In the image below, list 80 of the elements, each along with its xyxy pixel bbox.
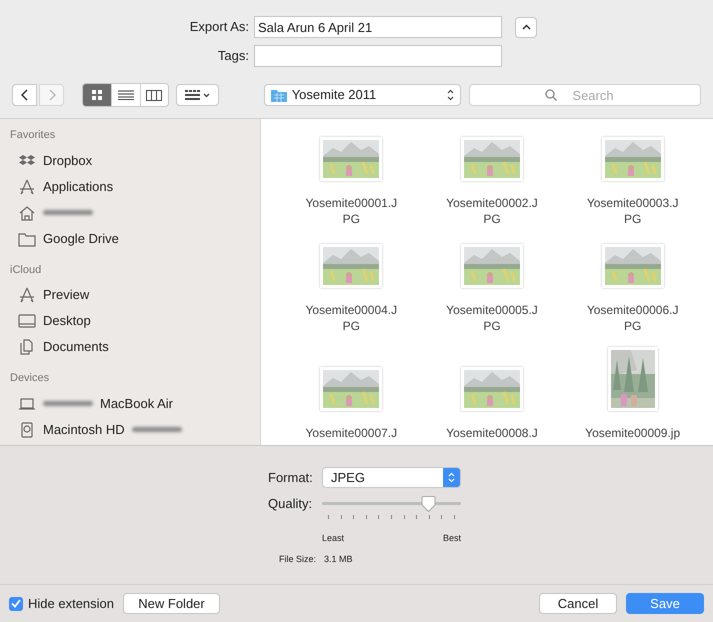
sidebar-item[interactable]: Dropbox bbox=[0, 148, 260, 174]
laptop-icon bbox=[18, 396, 36, 412]
format-popup[interactable]: JPEG bbox=[322, 467, 461, 488]
columns-icon bbox=[146, 90, 162, 100]
sidebar-item[interactable]: Preview bbox=[0, 282, 260, 308]
sidebar-item-label: MacBook Air bbox=[100, 394, 173, 413]
collapse-button[interactable] bbox=[515, 16, 537, 38]
file-item[interactable]: Yosemite00009.jp bbox=[562, 347, 703, 441]
new-folder-button[interactable]: New Folder bbox=[123, 593, 220, 614]
quality-label: Quality: bbox=[268, 495, 314, 513]
sidebar-item[interactable]: Applications bbox=[0, 174, 260, 200]
forward-icon bbox=[48, 89, 56, 101]
file-size-label: File Size: bbox=[278, 552, 316, 566]
file-size-value: 3.1 MB bbox=[324, 552, 353, 566]
file-name: Yosemite00006.JPG bbox=[586, 302, 680, 334]
folder-icon bbox=[18, 230, 36, 246]
file-name: Yosemite00002.JPG bbox=[445, 195, 539, 227]
check-icon bbox=[11, 599, 21, 608]
sidebar-item-label: Google Drive bbox=[43, 230, 119, 248]
search-icon bbox=[545, 89, 558, 101]
apps-icon bbox=[18, 287, 36, 303]
cancel-button[interactable]: Cancel bbox=[539, 593, 617, 614]
sidebar-item-label: Desktop bbox=[43, 312, 91, 330]
sidebar-item[interactable]: MacBook Air bbox=[0, 390, 260, 416]
file-item[interactable]: Yosemite00007.J bbox=[281, 363, 422, 441]
file-item[interactable]: Yosemite00003.JPG bbox=[562, 133, 703, 227]
sidebar-heading: Devices bbox=[9, 371, 50, 386]
back-button[interactable] bbox=[12, 84, 37, 106]
tags-label: Tags: bbox=[216, 47, 249, 66]
back-icon bbox=[20, 89, 28, 101]
apps-icon bbox=[18, 178, 36, 194]
file-item[interactable]: Yosemite00005.JPG bbox=[422, 240, 562, 334]
sidebar-item-label: Dropbox bbox=[43, 152, 92, 170]
view-mode-tab[interactable] bbox=[111, 84, 140, 106]
hide-extension-checkbox[interactable]: Hide extension bbox=[9, 594, 114, 614]
sidebar-item-label: Applications bbox=[43, 178, 114, 196]
view-mode-tab[interactable] bbox=[140, 84, 168, 106]
search-field[interactable]: Search bbox=[469, 84, 702, 106]
best-label: Best bbox=[442, 532, 461, 545]
file-item[interactable]: Yosemite00004.JPG bbox=[281, 240, 422, 334]
folder-icon bbox=[270, 88, 287, 102]
view-mode-tab[interactable] bbox=[83, 84, 112, 106]
file-name: Yosemite00008.J bbox=[445, 425, 539, 441]
least-label: Least bbox=[322, 532, 344, 545]
slider-thumb[interactable] bbox=[421, 496, 436, 512]
chevron-icon bbox=[522, 24, 530, 30]
tags-field[interactable] bbox=[254, 45, 502, 67]
export-as-label: Export As: bbox=[188, 18, 249, 36]
file-name: Yosemite00009.jp bbox=[584, 425, 682, 441]
sidebar-item-label: Macintosh HD bbox=[43, 420, 125, 439]
desktop-icon bbox=[18, 313, 36, 329]
file-item[interactable]: Yosemite00008.J bbox=[422, 363, 562, 441]
file-item[interactable]: Yosemite00001.JPG bbox=[281, 133, 422, 227]
sidebar-item[interactable]: Macintosh HD bbox=[0, 416, 260, 442]
arrange-button[interactable] bbox=[176, 84, 219, 106]
sidebar-item[interactable]: Documents bbox=[0, 334, 260, 360]
sidebar-item-label: Preview bbox=[43, 286, 90, 304]
quality-slider[interactable] bbox=[322, 496, 461, 512]
home-icon bbox=[18, 204, 36, 220]
list-icon bbox=[118, 90, 134, 100]
export-as-field[interactable]: Sala Arun 6 April 21 bbox=[254, 16, 502, 38]
file-item[interactable]: Yosemite00002.JPG bbox=[422, 133, 562, 227]
grid-icon bbox=[92, 90, 102, 100]
file-name: Yosemite00004.JPG bbox=[304, 302, 398, 334]
file-name: Yosemite00003.JPG bbox=[586, 195, 680, 227]
sidebar-heading: Favorites bbox=[9, 128, 56, 143]
location-popup[interactable]: Yosemite 2011 bbox=[264, 84, 462, 106]
sidebar-item[interactable]: Google Drive bbox=[0, 226, 260, 252]
file-item[interactable]: Yosemite00006.JPG bbox=[562, 240, 703, 334]
stepper-icon bbox=[443, 468, 460, 487]
arrange-icon bbox=[184, 90, 200, 100]
up-down-icon bbox=[447, 89, 454, 101]
file-name: Yosemite00001.JPG bbox=[304, 195, 398, 227]
file-name: Yosemite00007.J bbox=[304, 425, 398, 441]
sidebar-item-label: Documents bbox=[43, 338, 109, 356]
sidebar-heading: iCloud bbox=[9, 262, 42, 278]
file-name: Yosemite00005.JPG bbox=[445, 302, 539, 334]
format-label: Format: bbox=[268, 468, 314, 487]
sidebar-item[interactable]: Desktop bbox=[0, 308, 260, 334]
caret-icon bbox=[202, 92, 210, 98]
